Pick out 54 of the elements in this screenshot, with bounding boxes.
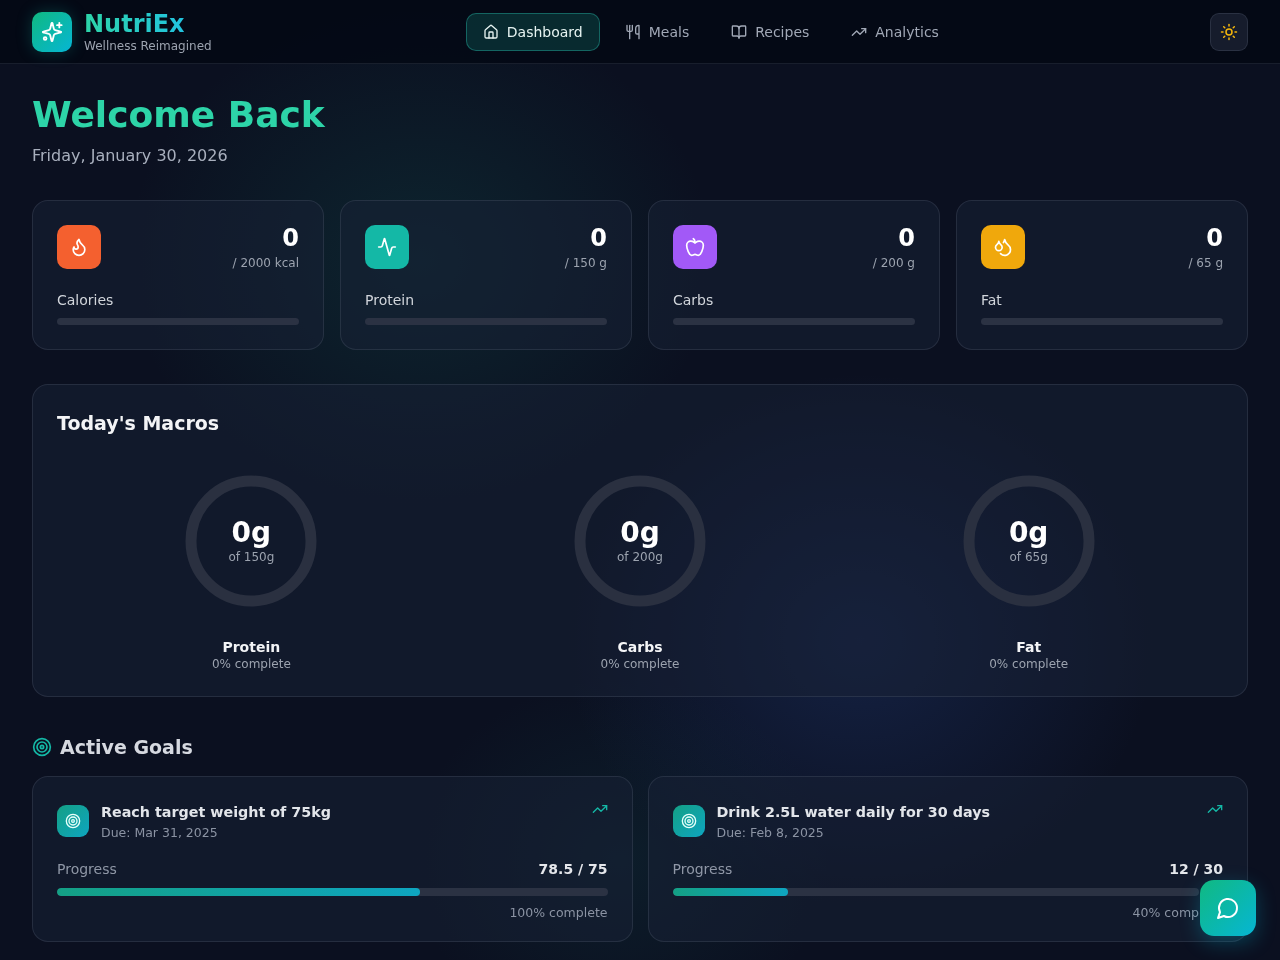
open-book-icon bbox=[731, 23, 748, 40]
macro-label: Fat bbox=[1016, 638, 1042, 656]
nav-tab[interactable]: Analytics bbox=[834, 12, 956, 51]
stat-target: / 65 g bbox=[1188, 255, 1223, 271]
goal-title: Drink 2.5L water daily for 30 days bbox=[716, 803, 990, 822]
progress-label: Progress bbox=[57, 860, 117, 879]
nav-tab[interactable]: Recipes bbox=[714, 12, 827, 51]
theme-toggle-button[interactable] bbox=[1210, 12, 1248, 51]
macro-label: Carbs bbox=[617, 638, 663, 656]
stat-value: 0 bbox=[590, 223, 607, 253]
chat-bubble-icon bbox=[1216, 896, 1240, 920]
ring-value: 0g bbox=[620, 517, 660, 549]
progress-value: 12 / 30 bbox=[1169, 860, 1223, 879]
target-icon bbox=[32, 737, 52, 757]
progress-percent: 100% complete bbox=[509, 904, 608, 922]
stat-value: 0 bbox=[282, 223, 299, 253]
stat-value: 0 bbox=[1206, 223, 1223, 253]
ring-value: 0g bbox=[1008, 517, 1049, 549]
macro-percent: 0% complete bbox=[600, 656, 680, 672]
panel-title: Today's Macros bbox=[57, 411, 220, 436]
ring-target: of 200g bbox=[617, 549, 663, 565]
stat-label: Fat bbox=[981, 291, 1002, 309]
macro-percent: 0% complete bbox=[211, 656, 291, 672]
progress-percent: 40% comp bbox=[1132, 904, 1199, 922]
stat-target: / 200 g bbox=[872, 255, 915, 271]
macro-label: Protein bbox=[222, 638, 281, 656]
goal-due-date: Due: Mar 31, 2025 bbox=[101, 824, 218, 842]
ring-target: of 150g bbox=[228, 549, 275, 565]
progress-label: Progress bbox=[672, 860, 733, 879]
chat-button[interactable] bbox=[1200, 880, 1256, 936]
fork-knife-icon bbox=[624, 23, 641, 40]
ring-target: of 65g bbox=[1009, 549, 1048, 565]
target-icon bbox=[57, 805, 89, 837]
goal-due-date: Due: Feb 8, 2025 bbox=[716, 824, 824, 842]
section-title: Active Goals bbox=[60, 735, 193, 760]
nav-tab[interactable]: Meals bbox=[607, 12, 707, 51]
stat-label: Protein bbox=[365, 291, 415, 309]
stat-value: 0 bbox=[898, 223, 915, 253]
goal-title: Reach target weight of 75kg bbox=[101, 803, 331, 822]
page-title: Welcome Back bbox=[32, 94, 325, 136]
macro-percent: 0% complete bbox=[989, 656, 1069, 672]
sparkle-icon bbox=[32, 11, 72, 52]
stat-label: Carbs bbox=[673, 291, 714, 309]
progress-value: 78.5 / 75 bbox=[538, 860, 608, 879]
stat-target: / 2000 kcal bbox=[232, 255, 299, 271]
house-icon bbox=[482, 23, 499, 40]
stat-label: Calories bbox=[57, 291, 114, 309]
nav-tab[interactable]: Dashboard bbox=[465, 12, 600, 51]
sun-icon bbox=[1220, 22, 1238, 41]
target-icon bbox=[672, 805, 705, 837]
stat-target: / 150 g bbox=[564, 255, 607, 271]
ring-value: 0g bbox=[231, 517, 272, 549]
brand-tagline: Wellness Reimagined bbox=[84, 37, 212, 54]
date-text: Friday, January 30, 2026 bbox=[32, 145, 228, 167]
